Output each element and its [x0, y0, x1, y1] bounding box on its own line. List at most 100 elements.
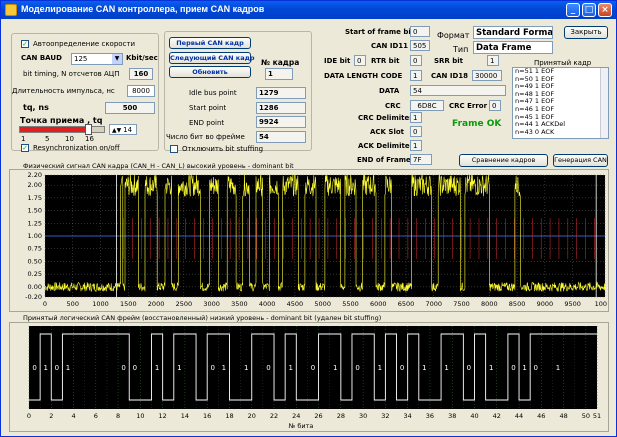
idle-bus-point-label: Idle bus point: [189, 89, 237, 97]
format-field[interactable]: Standard Format: [473, 26, 553, 39]
y-tick-label: 1.50: [28, 207, 42, 215]
y-tick-label: 0.00: [28, 283, 42, 291]
x-tick-label: 51: [593, 412, 601, 420]
minimize-button[interactable]: _: [566, 3, 580, 17]
x-tick-label: 36: [426, 412, 434, 420]
end-point-field[interactable]: 9924: [256, 116, 306, 128]
frame-number-field[interactable]: 1: [265, 68, 293, 80]
x-tick-label: 9500: [564, 300, 581, 308]
id11-label: CAN ID11: [371, 42, 409, 50]
tq-field[interactable]: 500: [105, 102, 155, 114]
auto-speed-checkbox[interactable]: ✓: [21, 40, 29, 48]
pulse-length-label: Длительность импульса, нс: [12, 87, 115, 95]
sof-label: Start of frame bit: [345, 28, 415, 36]
x-tick-label: 12: [159, 412, 167, 420]
close-window-button[interactable]: ×: [598, 3, 612, 17]
bit-value-label: 1: [522, 364, 526, 372]
bit-value-label: 0: [511, 364, 515, 372]
bit-value-label: 0: [266, 364, 270, 372]
x-tick-label: 38: [448, 412, 456, 420]
first-frame-button[interactable]: Первый CAN кадр: [169, 37, 251, 49]
bit-value-label: 1: [378, 364, 382, 372]
crc-error-label: CRC Error: [449, 102, 488, 110]
y-tick-label: 2.00: [28, 181, 42, 189]
rtr-label: RTR bit: [371, 57, 400, 65]
id11-field[interactable]: 505: [410, 40, 430, 51]
physical-signal-chart[interactable]: 2.20 2.00 1.75 1.50 1.25 1.00 0.75 0.50 0.25 0.00…: [11, 171, 607, 311]
plot2-x-ticks: 0 2 4 6 8 10 12 14 16 18 20 22 24 26 28 30 32 34 36 38 40 42 4…: [27, 412, 601, 420]
disable-stuffing-checkbox[interactable]: [170, 145, 178, 153]
crc-delimiter-field[interactable]: 1: [410, 112, 422, 123]
slider-thumb[interactable]: [85, 124, 93, 135]
x-tick-label: 6500: [398, 300, 415, 308]
bit-timing-field[interactable]: 160: [129, 68, 153, 80]
sample-point-slider[interactable]: [19, 124, 105, 135]
eof-field[interactable]: 7F: [410, 154, 432, 165]
ide-label: IDE bit: [324, 57, 351, 65]
crc-error-field[interactable]: 0: [489, 100, 501, 111]
pulse-length-field[interactable]: 8000: [127, 85, 155, 97]
bit-value-label: 0: [55, 364, 59, 372]
bits-in-frame-field[interactable]: 54: [256, 131, 306, 143]
baud-label: CAN BAUD: [21, 54, 62, 62]
chevron-down-icon[interactable]: ▼: [112, 54, 122, 64]
ack-slot-field[interactable]: 0: [410, 126, 422, 137]
x-tick-label: 10083: [595, 300, 607, 308]
ack-slot-label: ACK Slot: [370, 128, 405, 136]
x-tick-label: 4000: [259, 300, 276, 308]
ide-field[interactable]: 0: [354, 55, 366, 66]
plot2-title: Принятый логический CAN фрейм (восстанов…: [23, 314, 382, 322]
srr-field[interactable]: 1: [487, 55, 499, 66]
bit-value-label: 1: [43, 364, 47, 372]
x-tick-label: 16: [203, 412, 211, 420]
received-rows: n=51 1 EOF n=50 1 EOF n=49 1 EOF n=48 1 EOF…: [513, 68, 608, 136]
data-field[interactable]: 54: [410, 85, 506, 96]
rtr-field[interactable]: 0: [410, 55, 422, 66]
ack-delimiter-field[interactable]: 1: [410, 140, 422, 151]
x-tick-label: 34: [404, 412, 412, 420]
start-point-field[interactable]: 1286: [256, 102, 306, 114]
idle-bus-point-field[interactable]: 1279: [256, 87, 306, 99]
close-button[interactable]: Закрыть: [564, 26, 608, 39]
logical-frame-chart[interactable]: 01010011011010101011010101 0 2 4 6 8 10 12 14 16…: [11, 324, 607, 430]
generate-can-button[interactable]: Генерация CAN: [553, 154, 608, 167]
maximize-button[interactable]: □: [582, 3, 596, 17]
baud-select[interactable]: 125 ▼: [71, 53, 123, 65]
list-item[interactable]: n=43 0 ACK: [513, 128, 608, 137]
x-tick-label: 2000: [148, 300, 165, 308]
resync-checkbox[interactable]: ✓: [21, 144, 29, 152]
compare-frames-button[interactable]: Сравнение кадров: [459, 154, 548, 167]
x-tick-label: 3500: [231, 300, 248, 308]
x-tick-label: 10: [136, 412, 144, 420]
format-label: Формат: [437, 31, 470, 40]
slider-tick-1: 1: [21, 135, 26, 143]
auto-speed-label: Автоопределение скорости: [33, 40, 136, 48]
x-tick-label: 500: [67, 300, 79, 308]
crc-field[interactable]: 6D8C: [410, 100, 444, 111]
title-bar[interactable]: Моделирование CAN контроллера, прием CAN…: [1, 1, 616, 19]
x-tick-label: 26: [314, 412, 322, 420]
sof-field[interactable]: 0: [410, 26, 430, 37]
bit-value-label: 0: [400, 364, 404, 372]
slider-tick-10: 10: [65, 135, 74, 143]
x-tick-label: 4: [71, 412, 75, 420]
refresh-button[interactable]: Обновить: [169, 66, 251, 78]
type-field[interactable]: Data Frame: [473, 41, 553, 54]
x-tick-label: 7500: [453, 300, 470, 308]
id18-field[interactable]: 30000: [472, 70, 502, 81]
x-tick-label: 5000: [314, 300, 331, 308]
x-tick-label: 30: [359, 412, 367, 420]
x-tick-label: 40: [470, 412, 478, 420]
next-frame-button[interactable]: Следующий CAN кадр: [169, 52, 255, 64]
bit-value-label: 0: [311, 364, 315, 372]
received-frame-list[interactable]: n=51 1 EOF n=50 1 EOF n=49 1 EOF n=48 1 EOF…: [512, 67, 609, 139]
x-tick-label: 50: [582, 412, 590, 420]
frame-status: Frame OK: [452, 119, 502, 129]
sample-point-field[interactable]: ▲▼ 14: [109, 124, 137, 135]
dlc-field[interactable]: 1: [410, 70, 422, 81]
y-tick-label: 1.75: [28, 194, 42, 202]
x-tick-label: 6: [94, 412, 98, 420]
bit-value-label: 1: [155, 364, 159, 372]
bit-value-label: 1: [444, 364, 448, 372]
list-scrollbar[interactable]: [600, 68, 608, 138]
